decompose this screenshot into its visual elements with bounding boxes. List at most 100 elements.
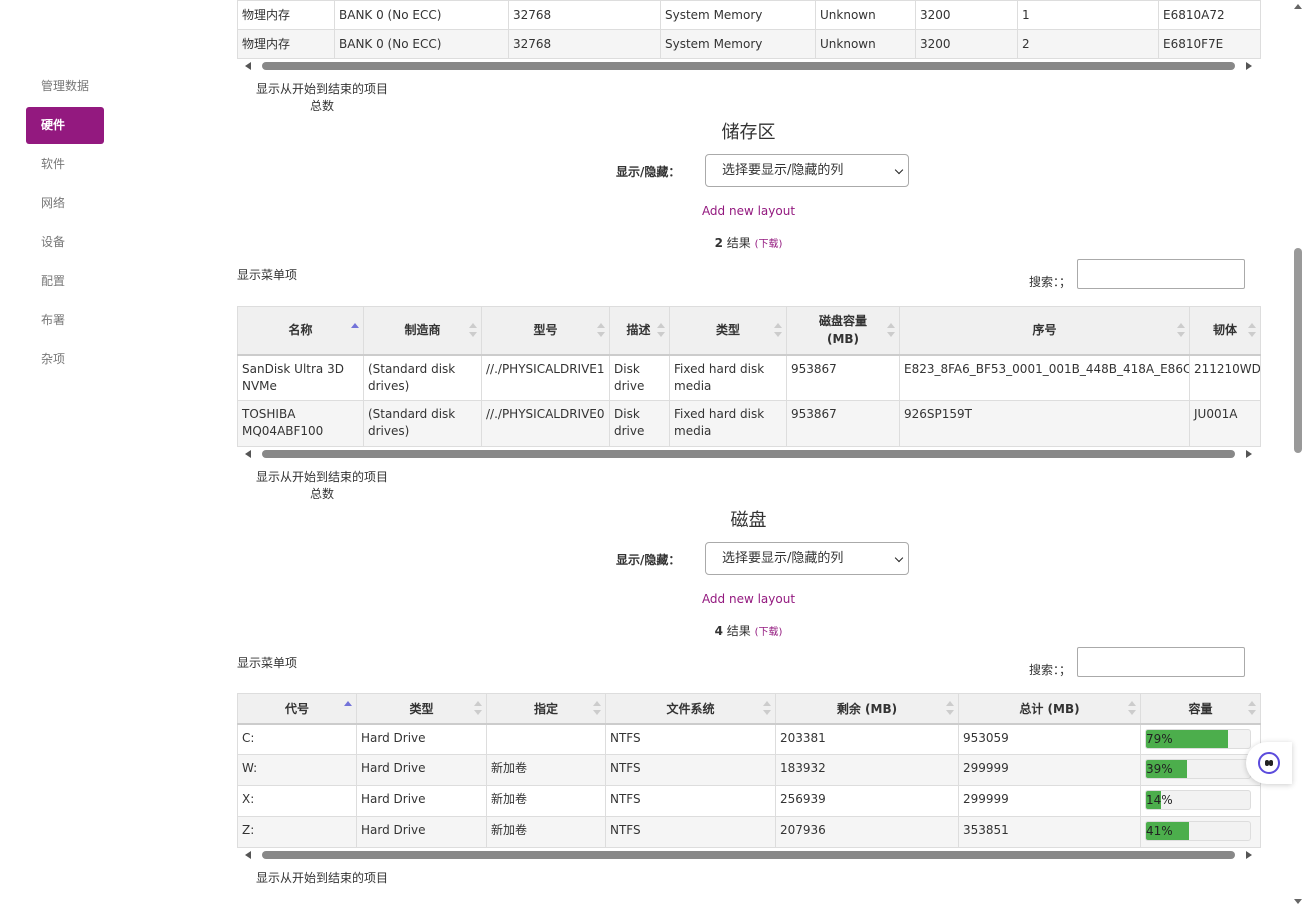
page-vertical-scrollbar[interactable] <box>1293 0 1303 908</box>
assistant-button[interactable] <box>1246 742 1292 784</box>
table-cell: 新加卷 <box>486 816 606 848</box>
results-text: 结果 <box>726 624 751 638</box>
table-cell: 211210WD <box>1189 354 1261 401</box>
column-header-type[interactable]: 类型 <box>669 306 787 356</box>
table-row: SanDisk Ultra 3D NVMe (Standard disk dri… <box>237 354 1261 401</box>
table-cell: 953059 <box>958 723 1141 755</box>
sidebar-item-admin-data[interactable]: 管理数据 <box>26 68 104 105</box>
scroll-left-icon[interactable] <box>245 62 251 70</box>
sidebar-item-config[interactable]: 配置 <box>26 263 104 300</box>
column-header-serial[interactable]: 序号 <box>899 306 1190 356</box>
sidebar-item-hardware[interactable]: 硬件 <box>26 107 104 144</box>
scroll-right-icon[interactable] <box>1246 450 1252 458</box>
column-header-label: 指定 <box>533 701 558 716</box>
table-cell: 207936 <box>775 816 959 848</box>
scrollbar-thumb[interactable] <box>262 851 1235 859</box>
disks-horizontal-scrollbar[interactable] <box>237 849 1260 863</box>
table-header-row: 名称 制造商 型号 描述 类型 磁盘容量 (MB) 序号 韧体 <box>237 306 1261 356</box>
column-header-total[interactable]: 总计 (MB) <box>958 693 1141 725</box>
usage-text: 79% <box>1146 731 1173 746</box>
usage-text: 41% <box>1146 824 1173 838</box>
table-cell: 物理内存 <box>237 0 335 30</box>
scrollbar-thumb[interactable] <box>262 62 1235 70</box>
column-header-label: 类型 <box>715 323 740 338</box>
download-link[interactable]: (下载) <box>755 627 783 638</box>
column-header-label-col[interactable]: 指定 <box>486 693 606 725</box>
table-cell: NTFS <box>605 816 776 848</box>
show-menu-items-label: 显示菜单项 <box>237 656 298 670</box>
storage-table-controls: 显示菜单项 搜索：； <box>237 259 1260 306</box>
column-header-description[interactable]: 描述 <box>609 306 670 356</box>
column-header-disk-size[interactable]: 磁盘容量 (MB) <box>786 306 900 356</box>
table-row: 物理内存 BANK 0 (No ECC) 32768 System Memory… <box>237 0 1261 30</box>
sidebar: 管理数据 硬件 软件 网络 设备 配置 布署 杂项 <box>26 68 104 380</box>
scroll-left-icon[interactable] <box>245 450 251 458</box>
disks-table: 代号 类型 指定 文件系统 剩余 (MB) 总计 (MB) 容量 C: Hard… <box>237 693 1261 848</box>
sort-icon <box>1177 323 1185 338</box>
column-header-label: 型号 <box>533 323 558 338</box>
storage-table: 名称 制造商 型号 描述 类型 磁盘容量 (MB) 序号 韧体 SanDisk … <box>237 306 1261 447</box>
column-visibility-select[interactable]: 选择要显示/隐藏的列 <box>705 542 909 575</box>
search-input[interactable] <box>1077 259 1245 289</box>
table-cell: 1 <box>1017 0 1159 30</box>
scrollbar-thumb[interactable] <box>1294 248 1302 453</box>
column-header-firmware[interactable]: 韧体 <box>1189 306 1261 356</box>
column-header-filesystem[interactable]: 文件系统 <box>605 693 776 725</box>
download-link[interactable]: (下载) <box>755 239 783 250</box>
storage-section-title: 储存区 <box>721 122 776 143</box>
toggle-label: 显示/隐藏： <box>616 165 681 179</box>
column-header-label: 文件系统 <box>666 701 715 716</box>
results-text: 结果 <box>726 236 751 250</box>
scrollbar-thumb[interactable] <box>262 450 1235 458</box>
table-row: W: Hard Drive 新加卷 NTFS 183932 299999 39% <box>237 754 1261 786</box>
column-header-name[interactable]: 名称 <box>237 306 364 356</box>
table-cell: 2 <box>1017 29 1159 59</box>
table-cell: Unknown <box>815 0 916 30</box>
column-header-label: 制造商 <box>404 323 441 338</box>
sidebar-item-devices[interactable]: 设备 <box>26 224 104 261</box>
storage-horizontal-scrollbar[interactable] <box>237 448 1260 462</box>
column-header-model[interactable]: 型号 <box>481 306 610 356</box>
table-row: X: Hard Drive 新加卷 NTFS 256939 299999 14% <box>237 785 1261 817</box>
column-header-label: 描述 <box>626 323 651 338</box>
table-cell: 183932 <box>775 754 959 786</box>
table-cell: 39% <box>1140 754 1261 786</box>
add-new-layout-link[interactable]: Add new layout <box>237 591 1260 607</box>
scroll-right-icon[interactable] <box>1246 62 1252 70</box>
column-header-type[interactable]: 类型 <box>356 693 487 725</box>
column-header-manufacturer[interactable]: 制造商 <box>363 306 482 356</box>
column-visibility-select[interactable]: 选择要显示/隐藏的列 <box>705 154 909 187</box>
disks-section-title: 磁盘 <box>730 510 767 531</box>
search-label: 搜索：； <box>1029 663 1072 677</box>
storage-table-total: 总数 <box>310 487 335 501</box>
sort-icon <box>1128 701 1136 716</box>
sidebar-item-software[interactable]: 软件 <box>26 146 104 183</box>
table-cell: Disk drive <box>609 354 670 401</box>
scroll-up-icon[interactable] <box>1294 4 1302 9</box>
column-header-free[interactable]: 剩余 (MB) <box>775 693 959 725</box>
column-header-letter[interactable]: 代号 <box>237 693 357 725</box>
sidebar-item-network[interactable]: 网络 <box>26 185 104 222</box>
scroll-right-icon[interactable] <box>1246 851 1252 859</box>
table-cell: 79% <box>1140 723 1261 755</box>
column-header-label: 代号 <box>284 701 309 716</box>
table-cell: //./PHYSICALDRIVE1 <box>481 354 610 401</box>
add-new-layout-link[interactable]: Add new layout <box>237 203 1260 219</box>
column-header-usage[interactable]: 容量 <box>1140 693 1261 725</box>
table-cell: TOSHIBA MQ04ABF100 <box>237 400 364 447</box>
column-header-label: 剩余 (MB) <box>836 701 898 716</box>
usage-text: 39% <box>1146 762 1173 776</box>
table-cell: System Memory <box>660 0 816 30</box>
table-row: TOSHIBA MQ04ABF100 (Standard disk drives… <box>237 400 1261 447</box>
column-header-label: 类型 <box>409 701 434 716</box>
scroll-left-icon[interactable] <box>245 851 251 859</box>
table-cell: X: <box>237 785 357 817</box>
table-cell: 3200 <box>915 29 1018 59</box>
sidebar-item-misc[interactable]: 杂项 <box>26 341 104 378</box>
search-input[interactable] <box>1077 647 1245 677</box>
table-cell: E6810F7E <box>1158 29 1261 59</box>
memory-horizontal-scrollbar[interactable] <box>237 60 1260 74</box>
sidebar-item-deploy[interactable]: 布署 <box>26 302 104 339</box>
scroll-down-icon[interactable] <box>1294 899 1302 904</box>
table-cell: 299999 <box>958 785 1141 817</box>
